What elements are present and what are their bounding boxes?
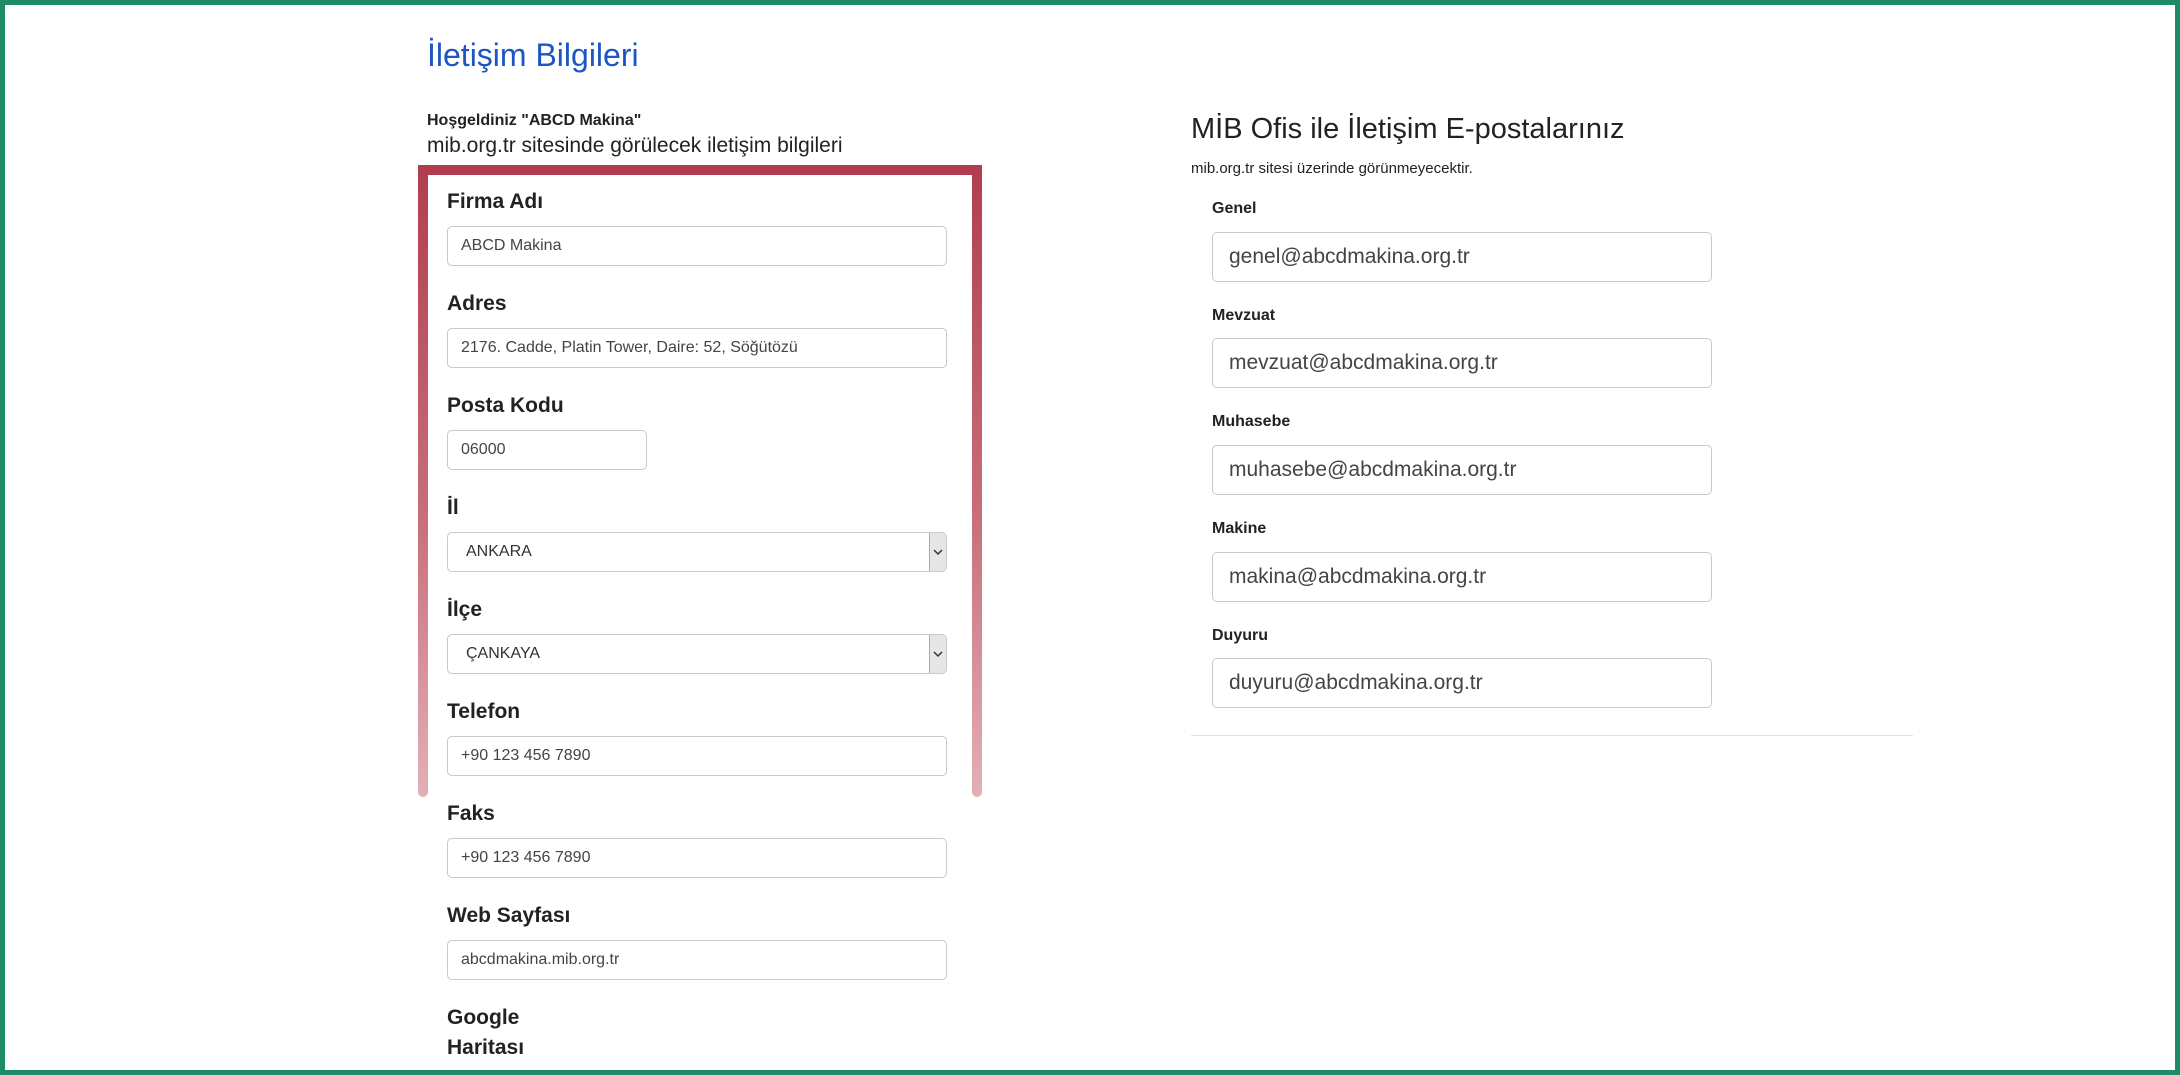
announcement-email-input[interactable]: duyuru@abcdmakina.org.tr (1212, 658, 1712, 708)
chevron-down-icon[interactable] (929, 533, 946, 571)
highlight-right-edge (972, 165, 982, 797)
page-subtitle: mib.org.tr sitesinde görülecek iletişim … (427, 134, 843, 157)
postal-code-input[interactable]: 06000 (447, 430, 647, 470)
general-email-input[interactable]: genel@abcdmakina.org.tr (1212, 232, 1712, 282)
province-select[interactable]: ANKARA (447, 532, 947, 572)
firm-name-label: Firma Adı (447, 190, 544, 213)
postal-code-label: Posta Kodu (447, 394, 564, 417)
page-title: İletişim Bilgileri (427, 37, 639, 73)
address-label: Adres (447, 292, 507, 315)
page-frame: İletişim Bilgileri Hoşgeldiniz "ABCD Mak… (5, 5, 2175, 1070)
address-input[interactable]: 2176. Cadde, Platin Tower, Daire: 52, Sö… (447, 328, 947, 368)
website-input[interactable]: abcdmakina.mib.org.tr (447, 940, 947, 980)
fax-input[interactable]: +90 123 456 7890 (447, 838, 947, 878)
firm-name-input[interactable]: ABCD Makina (447, 226, 947, 266)
machine-email-input[interactable]: makina@abcdmakina.org.tr (1212, 552, 1712, 602)
province-select-value: ANKARA (466, 543, 532, 560)
accounting-email-label: Muhasebe (1212, 413, 1291, 430)
machine-email-label: Makine (1212, 520, 1267, 537)
chevron-down-icon[interactable] (929, 635, 946, 673)
welcome-text: Hoşgeldiniz "ABCD Makina" (427, 112, 642, 129)
province-label: İl (447, 496, 459, 519)
district-select[interactable]: ÇANKAYA (447, 634, 947, 674)
google-maps-label-line2: Haritası (447, 1036, 525, 1059)
highlight-left-edge (418, 165, 428, 797)
legislation-email-label: Mevzuat (1212, 307, 1276, 324)
announcement-email-label: Duyuru (1212, 627, 1268, 644)
phone-input[interactable]: +90 123 456 7890 (447, 736, 947, 776)
legislation-email-input[interactable]: mevzuat@abcdmakina.org.tr (1212, 338, 1712, 388)
general-email-label: Genel (1212, 200, 1257, 217)
fax-label: Faks (447, 802, 495, 825)
google-maps-label-line1: Google (447, 1006, 520, 1029)
highlight-top-edge (418, 165, 982, 175)
emails-section-title: MİB Ofis ile İletişim E-postalarınız (1191, 113, 1625, 145)
section-divider (1191, 735, 1913, 736)
accounting-email-input[interactable]: muhasebe@abcdmakina.org.tr (1212, 445, 1712, 495)
website-label: Web Sayfası (447, 904, 571, 927)
phone-label: Telefon (447, 700, 521, 723)
district-label: İlçe (447, 598, 483, 621)
district-select-value: ÇANKAYA (466, 645, 541, 662)
emails-section-note: mib.org.tr sitesi üzerinde görünmeyecekt… (1191, 160, 1473, 177)
